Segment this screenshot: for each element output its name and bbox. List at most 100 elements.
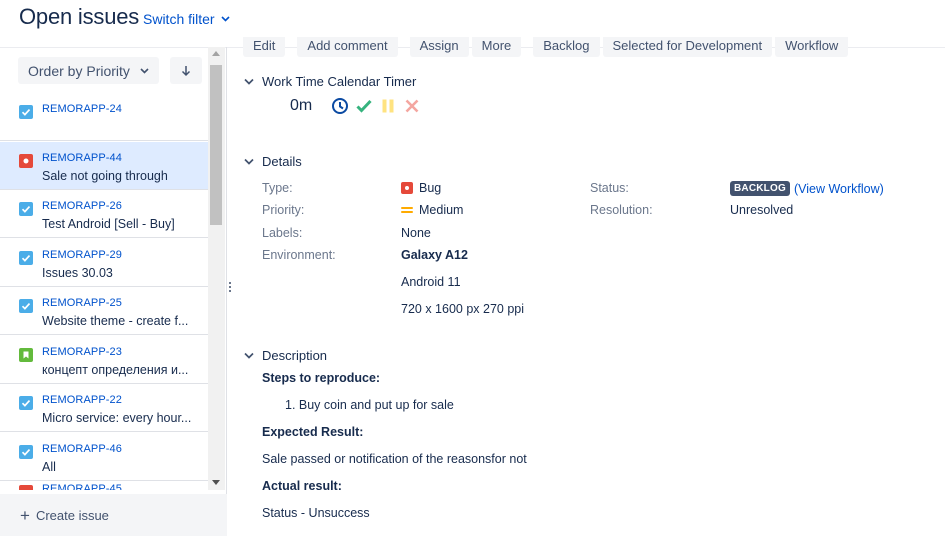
edit-button-label: Edit [253, 38, 276, 53]
panel-resize-handle[interactable] [229, 282, 232, 296]
status-label: Status: [590, 181, 629, 195]
details-section-title: Details [262, 154, 302, 169]
pause-icon[interactable] [379, 97, 397, 115]
issue-list-panel: Order by Priority REMORAPP-24 REMORAPP-4… [0, 47, 227, 536]
issue-summary: Sale not going through [42, 168, 168, 183]
issue-key: REMORAPP-44 [42, 151, 122, 164]
labels-label: Labels: [262, 226, 303, 240]
issue-key: REMORAPP-46 [42, 442, 122, 455]
issue-summary: Website theme - create f... [42, 314, 189, 328]
scroll-down-arrow-icon[interactable] [212, 480, 220, 485]
status-badge: BACKLOG [730, 181, 790, 196]
issue-summary: Issues 30.03 [42, 265, 113, 280]
priority-medium-icon [401, 204, 413, 216]
priority-label: Priority: [262, 203, 305, 217]
story-icon [19, 347, 33, 362]
workflow-button[interactable]: Workflow [775, 37, 849, 57]
check-icon[interactable] [355, 97, 373, 115]
assign-label: Assign [419, 38, 459, 53]
create-issue-button[interactable]: + Create issue [0, 494, 227, 536]
list-item[interactable]: REMORAPP-46 All [0, 433, 208, 481]
close-icon[interactable] [403, 97, 421, 115]
list-item[interactable]: REMORAPP-44 Sale not going through [0, 141, 208, 190]
labels-value: None [401, 226, 431, 240]
resolution-value: Unresolved [730, 203, 794, 217]
backlog-button[interactable]: Backlog [533, 37, 600, 57]
order-bar: Order by Priority [18, 57, 202, 84]
plus-icon: + [20, 505, 30, 525]
bug-icon [19, 485, 33, 490]
issue-key: REMORAPP-23 [42, 345, 122, 358]
switch-filter-label: Switch filter [143, 11, 215, 27]
assign-button[interactable]: Assign [409, 37, 469, 57]
chevron-down-icon [244, 158, 254, 165]
list-item[interactable]: REMORAPP-45 [0, 481, 208, 490]
issue-key: REMORAPP-25 [42, 297, 122, 309]
timer-section-title: Work Time Calendar Timer [262, 74, 417, 89]
list-item[interactable]: REMORAPP-22 Micro service: every hour... [0, 384, 208, 432]
timer-value: 0m [290, 97, 313, 114]
order-by-dropdown[interactable]: Order by Priority [18, 57, 159, 84]
timer-controls [331, 97, 421, 115]
selected-for-development-button[interactable]: Selected for Development [602, 37, 773, 57]
workflow-label: Workflow [785, 38, 839, 53]
issue-type-checkbox-icon [19, 105, 33, 119]
priority-value-text: Medium [419, 203, 464, 217]
edit-button[interactable]: Edit [243, 37, 286, 57]
backlog-label: Backlog [543, 38, 590, 53]
issue-toolbar: Edit Add comment Assign More Backlog Sel… [243, 37, 849, 57]
list-item[interactable]: REMORAPP-24 [0, 93, 208, 141]
selected-for-development-label: Selected for Development [612, 38, 763, 53]
chevron-down-icon [140, 67, 149, 74]
description-section-toggle[interactable]: Description [244, 348, 327, 363]
type-label: Type: [262, 181, 293, 195]
sort-direction-button[interactable] [169, 57, 202, 84]
timer-section-toggle[interactable]: Work Time Calendar Timer [244, 74, 416, 89]
details-section-toggle[interactable]: Details [244, 154, 302, 169]
list-item[interactable]: REMORAPP-29 Issues 30.03 [0, 239, 208, 287]
issue-type-checkbox-icon [19, 202, 33, 216]
environment-label: Environment: [262, 248, 336, 262]
scroll-up-arrow-icon[interactable] [212, 51, 220, 56]
environment-device: Galaxy A12 [401, 248, 468, 262]
issue-summary: All [42, 459, 56, 474]
environment-screen: 720 x 1600 px 270 ppi [401, 302, 525, 316]
status-value: BACKLOG (View Workflow) [730, 181, 884, 196]
issue-summary: Micro service: every hour... [42, 411, 192, 425]
switch-filter-button[interactable]: Switch filter [143, 11, 230, 27]
description-section-title: Description [262, 348, 328, 363]
type-value: Bug [401, 181, 441, 195]
more-label: More [481, 38, 512, 53]
order-by-label: Order by Priority [28, 62, 130, 79]
chevron-down-icon [221, 16, 230, 22]
type-value-text: Bug [419, 181, 442, 195]
resolution-label: Resolution: [590, 203, 653, 217]
add-comment-label: Add comment [307, 38, 388, 53]
arrow-down-icon [181, 65, 190, 76]
scrollbar-thumb[interactable] [210, 65, 222, 225]
expected-heading: Expected Result: [262, 425, 364, 439]
list-item[interactable]: REMORAPP-26 Test Android [Sell - Buy] [0, 190, 208, 238]
view-workflow-link[interactable]: (View Workflow) [794, 182, 884, 196]
issue-key: REMORAPP-29 [42, 248, 122, 261]
create-issue-label: Create issue [35, 507, 109, 523]
page-title: Open issues [19, 4, 140, 29]
issue-key: REMORAPP-26 [42, 200, 122, 212]
issue-type-checkbox-icon [19, 444, 33, 459]
issue-type-checkbox-icon [19, 299, 33, 313]
issue-key: REMORAPP-22 [42, 394, 122, 406]
clock-icon[interactable] [331, 97, 349, 115]
issue-type-checkbox-icon [19, 250, 33, 265]
list-item[interactable]: REMORAPP-25 Website theme - create f... [0, 287, 208, 335]
bug-icon [401, 182, 413, 194]
actual-heading: Actual result: [262, 479, 342, 493]
chevron-down-icon [244, 78, 254, 85]
expected-text: Sale passed or notification of the reaso… [262, 452, 527, 466]
list-item[interactable]: REMORAPP-23 концепт определения и... [0, 336, 208, 384]
more-button[interactable]: More [471, 37, 522, 57]
issue-list-scrollbar[interactable] [208, 47, 225, 490]
issue-key: REMORAPP-24 [42, 103, 122, 115]
issue-list: REMORAPP-24 REMORAPP-44 Sale not going t… [0, 93, 208, 490]
add-comment-button[interactable]: Add comment [297, 37, 398, 57]
environment-os: Android 11 [401, 275, 461, 289]
